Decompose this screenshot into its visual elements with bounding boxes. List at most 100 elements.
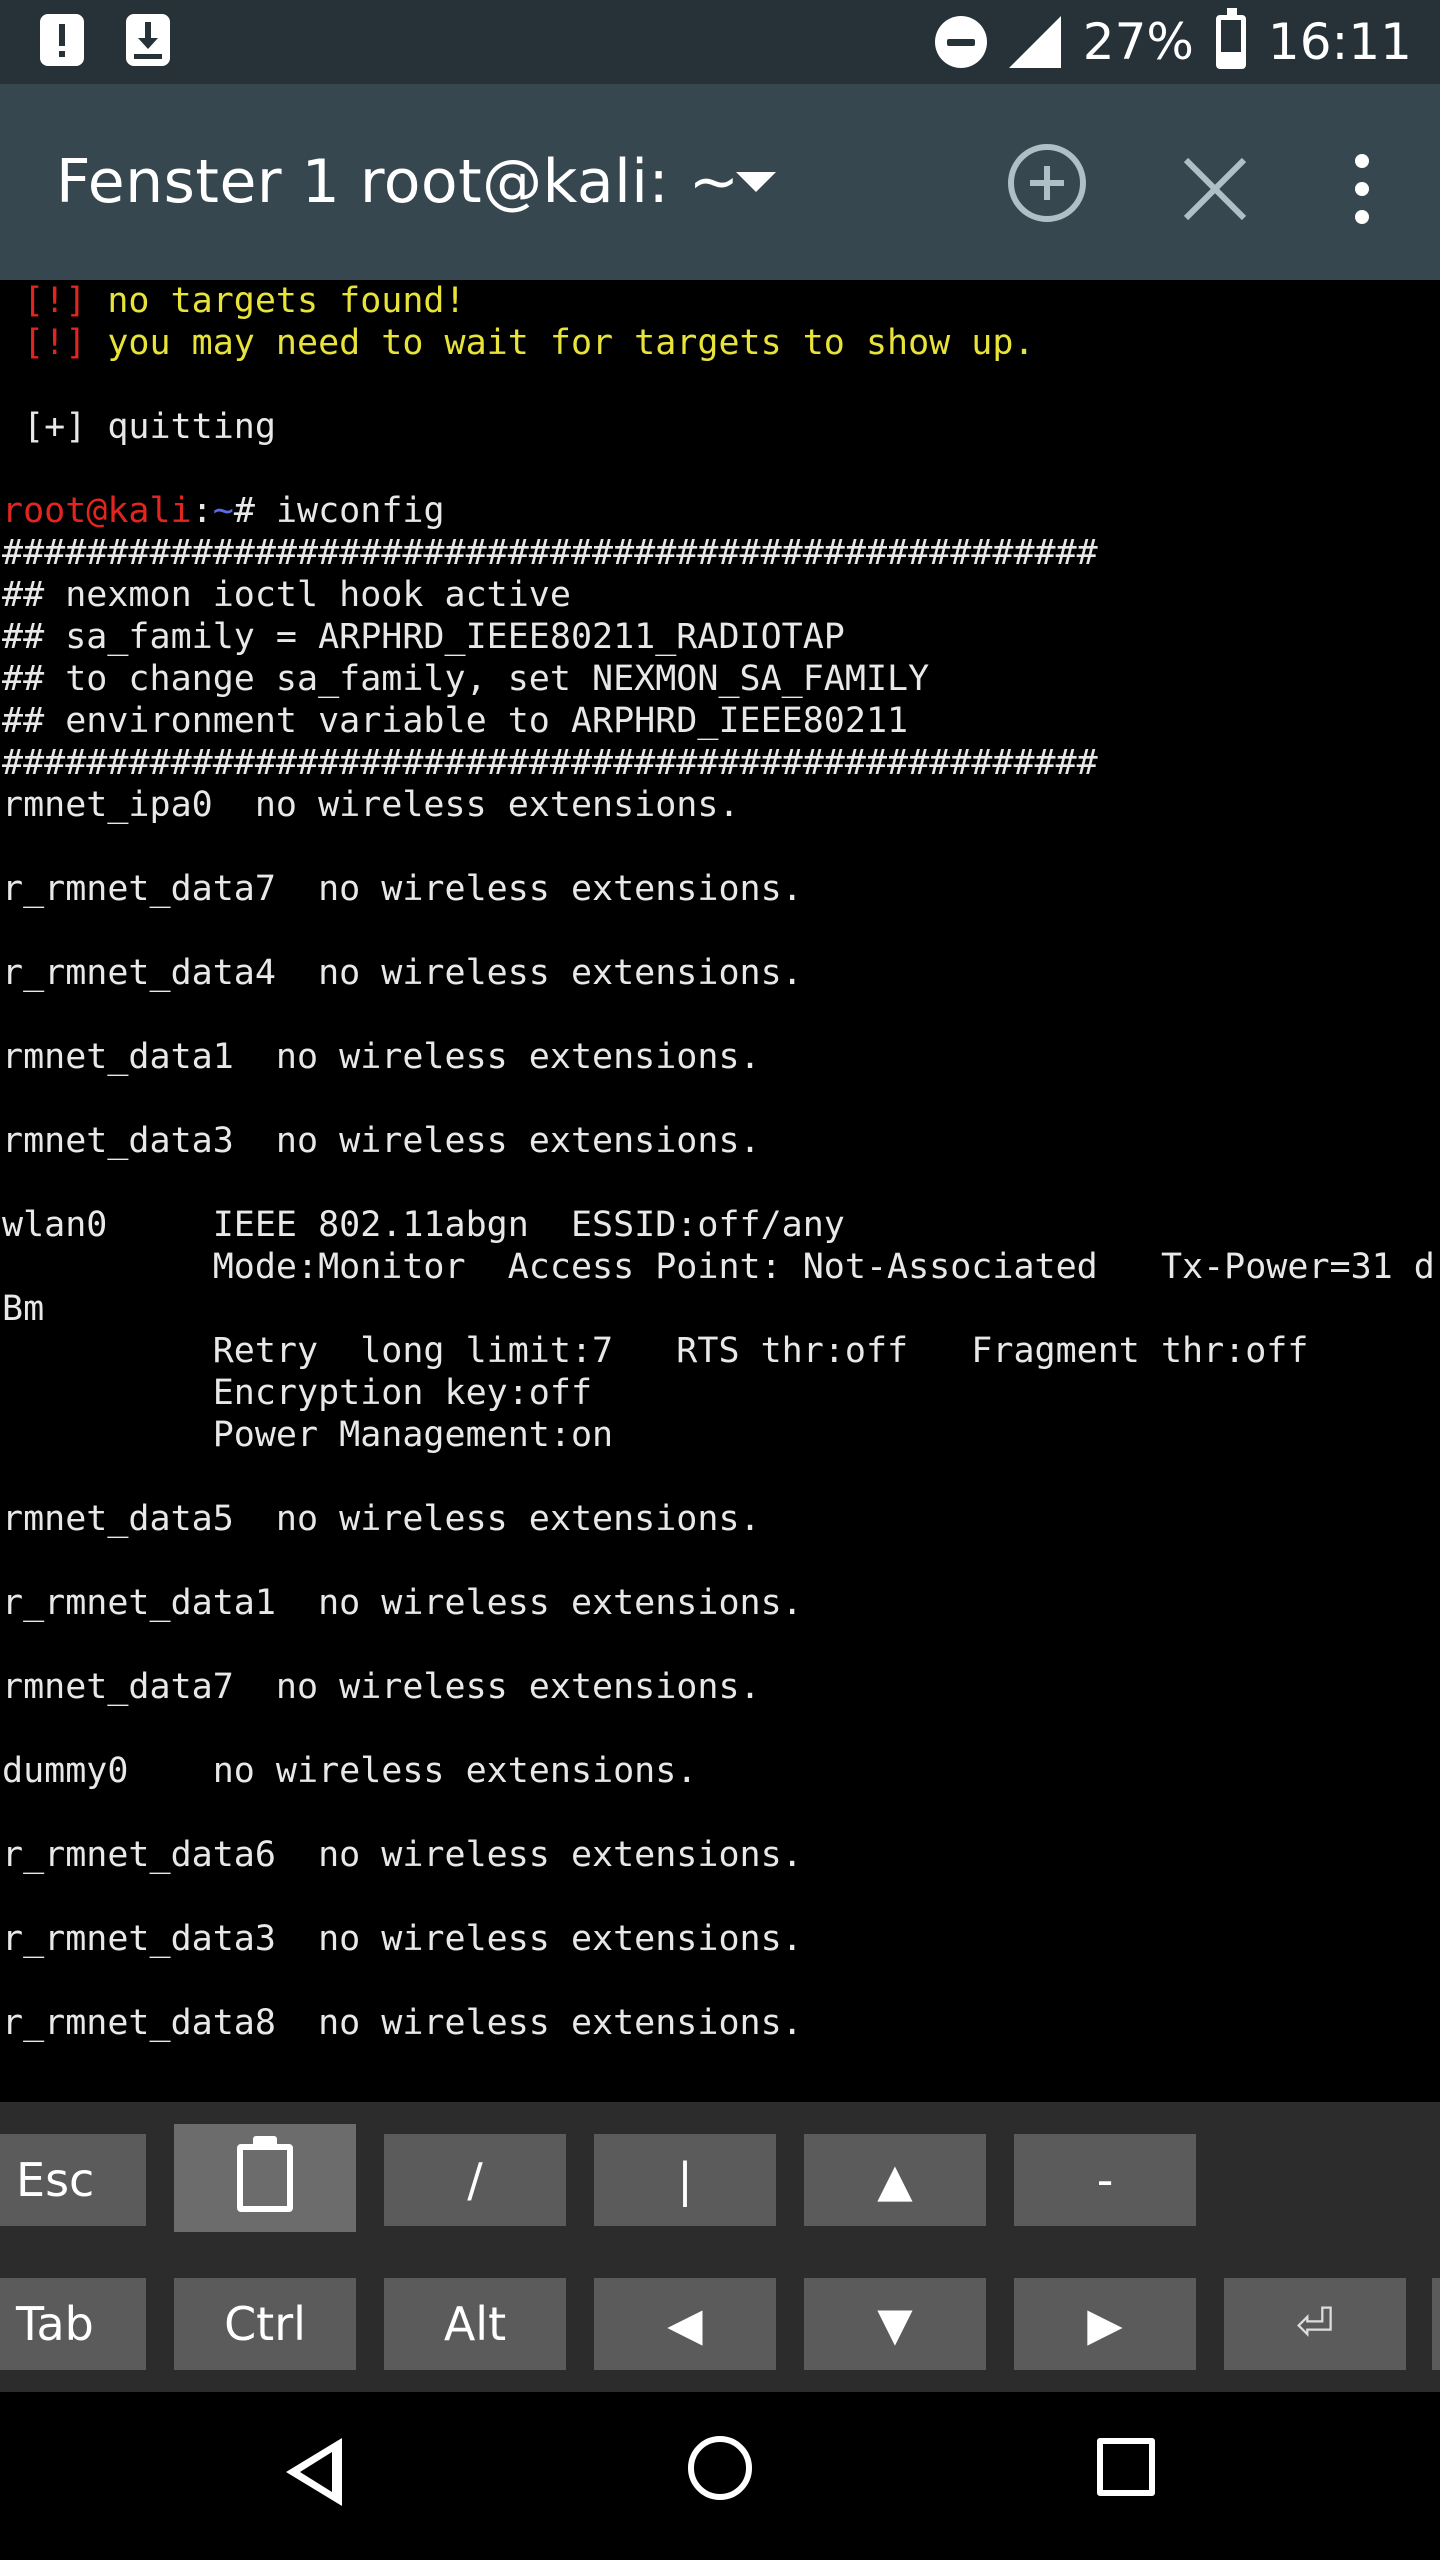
terminal-text-segment: no targets found! (107, 281, 466, 321)
terminal-line: rmnet_data7 no wireless extensions. (0, 1666, 1440, 1708)
battery-level (1220, 52, 1241, 64)
terminal-line: Mode:Monitor Access Point: Not-Associate… (0, 1246, 1440, 1288)
terminal-text-segment: wlan0 IEEE 802.11abgn ESSID:off/any (2, 1205, 845, 1245)
terminal-line: ## to change sa_family, set NEXMON_SA_FA… (0, 658, 1440, 700)
terminal-line: r_rmnet_data1 no wireless extensions. (0, 1582, 1440, 1624)
terminal-text-segment: rmnet_data3 no wireless extensions. (2, 1121, 761, 1161)
arrow-right-key[interactable]: ▶ (1014, 2278, 1196, 2370)
terminal-line: r_rmnet_data6 no wireless extensions. (0, 1834, 1440, 1876)
terminal-text-segment: Bm (2, 1289, 45, 1329)
terminal-line: ## environment variable to ARPHRD_IEEE80… (0, 700, 1440, 742)
terminal-line: [!] no targets found! (0, 280, 1440, 322)
terminal-line: r_rmnet_data3 no wireless extensions. (0, 1918, 1440, 1960)
clipboard-icon (237, 2136, 293, 2212)
terminal-text-segment: r_rmnet_data4 no wireless extensions. (2, 953, 803, 993)
terminal-text-segment: ## environment variable to ARPHRD_IEEE80… (2, 701, 909, 741)
terminal-text-segment: you may need to wait for targets to show… (107, 323, 1035, 363)
nav-recents-icon[interactable] (1097, 2438, 1155, 2496)
terminal-text-segment: [!] (2, 281, 108, 321)
alt-key[interactable]: Alt (384, 2278, 566, 2370)
status-bar: 27% 16:11 (0, 0, 1440, 84)
add-session-icon[interactable] (1008, 144, 1086, 222)
terminal-text-segment: dummy0 no wireless extensions. (2, 1751, 698, 1791)
terminal-text-segment: Encryption key:off (2, 1373, 593, 1413)
terminal-line: r_rmnet_data4 no wireless extensions. (0, 952, 1440, 994)
battery-icon (1215, 8, 1246, 69)
terminal-line: r_rmnet_data7 no wireless extensions. (0, 868, 1440, 910)
status-bar-system: 27% 16:11 (934, 0, 1412, 84)
terminal-text-segment: : (191, 491, 213, 531)
terminal-text-segment: [!] (2, 323, 108, 363)
terminal-line: r_rmnet_data8 no wireless extensions. (0, 2002, 1440, 2044)
terminal-text-segment: rmnet_ipa0 no wireless extensions. (2, 785, 740, 825)
arrow-left-key[interactable]: ◀ (594, 2278, 776, 2370)
overflow-key[interactable] (1432, 2278, 1440, 2370)
terminal-line: Power Management:on (0, 1414, 1440, 1456)
terminal-text-segment: r_rmnet_data8 no wireless extensions. (2, 2003, 803, 2043)
ctrl-key[interactable]: Ctrl (174, 2278, 356, 2370)
terminal-line: Bm (0, 1288, 1440, 1330)
signal-icon (1008, 16, 1061, 68)
clipboard-key[interactable] (174, 2124, 356, 2232)
tab-key[interactable]: Tab (0, 2278, 146, 2370)
do-not-disturb-icon (934, 16, 987, 68)
terminal-line: rmnet_data5 no wireless extensions. (0, 1498, 1440, 1540)
terminal-line: rmnet_data3 no wireless extensions. (0, 1120, 1440, 1162)
window-title[interactable]: Fenster 1 root@kali: ~ (56, 84, 740, 280)
terminal-text-segment: ########################################… (2, 533, 1098, 573)
clock: 16:11 (1267, 13, 1412, 71)
terminal-line: Retry long limit:7 RTS thr:off Fragment … (0, 1330, 1440, 1372)
terminal-text-segment: r_rmnet_data6 no wireless extensions. (2, 1835, 803, 1875)
terminal-output[interactable]: [!] no targets found! [!] you may need t… (0, 280, 1440, 2102)
terminal-line: wlan0 IEEE 802.11abgn ESSID:off/any (0, 1204, 1440, 1246)
terminal-line: rmnet_ipa0 no wireless extensions. (0, 784, 1440, 826)
terminal-text-segment: rmnet_data5 no wireless extensions. (2, 1499, 761, 1539)
terminal-text-segment: rmnet_data1 no wireless extensions. (2, 1037, 761, 1077)
terminal-line: [+] quitting (0, 406, 1440, 448)
terminal-text-segment: r_rmnet_data7 no wireless extensions. (2, 869, 803, 909)
dash-key[interactable]: - (1014, 2134, 1196, 2226)
close-icon[interactable] (1180, 154, 1250, 224)
app-bar: Fenster 1 root@kali: ~ (0, 84, 1440, 280)
terminal-text-segment: ## nexmon ioctl hook active (2, 575, 571, 615)
enter-key[interactable]: ⏎ (1224, 2278, 1406, 2370)
arrow-up-key[interactable]: ▲ (804, 2134, 986, 2226)
terminal-text-segment: rmnet_data7 no wireless extensions. (2, 1667, 761, 1707)
terminal-line: rmnet_data1 no wireless extensions. (0, 1036, 1440, 1078)
terminal-text-segment: Retry long limit:7 RTS thr:off Fragment … (2, 1331, 1309, 1371)
terminal-text-segment: # iwconfig (233, 491, 445, 531)
terminal-text-segment: [+] quitting (2, 407, 276, 447)
nav-home-icon[interactable] (688, 2436, 752, 2500)
slash-key[interactable]: / (384, 2134, 566, 2226)
nav-back-icon[interactable] (286, 2438, 342, 2506)
terminal-text-segment: Mode:Monitor Access Point: Not-Associate… (2, 1247, 1435, 1287)
terminal-line: ## nexmon ioctl hook active (0, 574, 1440, 616)
terminal-text-segment: ## to change sa_family, set NEXMON_SA_FA… (2, 659, 930, 699)
terminal-line: ## sa_family = ARPHRD_IEEE80211_RADIOTAP (0, 616, 1440, 658)
download-icon (126, 14, 170, 66)
terminal-text-segment: ~ (212, 491, 234, 531)
more-vert-icon[interactable] (1352, 154, 1372, 224)
terminal-text-segment: root@kali (2, 491, 192, 531)
notification-alert-icon (40, 14, 84, 66)
terminal-line: ########################################… (0, 532, 1440, 574)
esc-key[interactable]: Esc (0, 2134, 146, 2226)
pipe-key[interactable]: | (594, 2134, 776, 2226)
dropdown-caret-icon[interactable] (736, 172, 776, 192)
arrow-down-key[interactable]: ▼ (804, 2278, 986, 2370)
terminal-text-segment: r_rmnet_data1 no wireless extensions. (2, 1583, 803, 1623)
extra-keys-bar: Esc / | ▲ - Tab Ctrl Alt ◀ ▼ ▶ ⏎ (0, 2102, 1440, 2392)
